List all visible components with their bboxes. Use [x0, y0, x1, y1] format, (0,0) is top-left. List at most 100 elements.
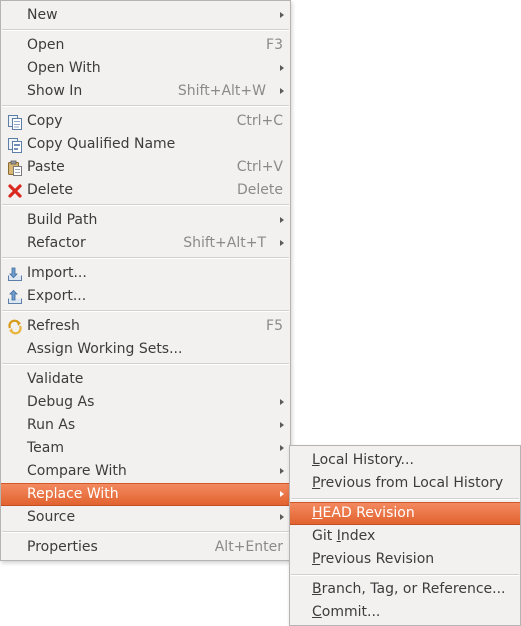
label-text: ndex — [340, 528, 376, 544]
submenu-item-git-index[interactable]: Git Index — [290, 525, 520, 548]
menu-item-refresh[interactable]: Refresh F5 — [1, 315, 290, 338]
menu-item-compare-with[interactable]: Compare With — [1, 460, 290, 483]
export-icon — [8, 289, 22, 304]
menu-item-label: Assign Working Sets... — [27, 341, 183, 357]
copy-icon — [8, 115, 22, 130]
menu-item-team[interactable]: Team — [1, 437, 290, 460]
menu-item-paste[interactable]: Paste Ctrl+V — [1, 156, 290, 179]
menu-item-export[interactable]: Export... — [1, 285, 290, 308]
menu-item-label: Show In — [27, 83, 83, 99]
menu-item-label: Copy Qualified Name — [27, 136, 176, 152]
shortcut-label: Ctrl+C — [236, 113, 283, 129]
label-text: ranch, Tag, or Reference... — [321, 581, 506, 597]
label-text: ommit... — [321, 604, 381, 620]
shortcut-label: Alt+Enter — [214, 539, 283, 555]
menu-item-properties[interactable]: Properties Alt+Enter — [1, 536, 290, 559]
mnemonic: L — [312, 452, 320, 468]
submenu-arrow-icon — [280, 88, 284, 94]
menu-item-label: Replace With — [27, 486, 119, 502]
label-text: revious from Local History — [320, 475, 504, 491]
label-text: Git — [312, 528, 337, 544]
menu-item-label: Source — [27, 509, 76, 525]
menu-item-assign-working-sets[interactable]: Assign Working Sets... — [1, 338, 290, 361]
delete-icon — [8, 184, 22, 198]
label-text: EAD Revision — [322, 505, 415, 521]
menu-item-build-path[interactable]: Build Path — [1, 209, 290, 232]
submenu-arrow-icon — [280, 422, 284, 428]
menu-item-delete[interactable]: Delete Delete — [1, 179, 290, 202]
menu-item-open-with[interactable]: Open With — [1, 57, 290, 80]
menu-item-label: New — [27, 7, 58, 23]
mnemonic: B — [312, 581, 322, 597]
menu-item-label: Delete — [27, 182, 73, 198]
menu-separator — [2, 363, 289, 365]
mnemonic: P — [312, 551, 321, 567]
menu-separator — [2, 105, 289, 107]
shortcut-label: F5 — [266, 318, 283, 334]
shortcut-label: Delete — [237, 182, 283, 198]
menu-item-label: Compare With — [27, 463, 127, 479]
menu-item-refactor[interactable]: Refactor Shift+Alt+T — [1, 232, 290, 255]
menu-item-replace-with[interactable]: Replace With — [1, 483, 290, 506]
submenu-item-previous-revision[interactable]: Previous Revision — [290, 548, 520, 571]
submenu-arrow-icon — [280, 399, 284, 405]
menu-item-label: Local History... — [312, 449, 414, 472]
menu-item-run-as[interactable]: Run As — [1, 414, 290, 437]
mnemonic: P — [312, 475, 321, 491]
menu-item-label: Import... — [27, 265, 87, 281]
menu-item-source[interactable]: Source — [1, 506, 290, 529]
submenu-arrow-icon — [280, 514, 284, 520]
menu-item-new[interactable]: New — [1, 4, 290, 27]
menu-item-label: Git Index — [312, 525, 375, 548]
menu-item-label: Build Path — [27, 212, 98, 228]
submenu-arrow-icon — [280, 445, 284, 451]
menu-separator — [291, 574, 519, 576]
menu-item-open[interactable]: Open F3 — [1, 34, 290, 57]
refresh-icon — [8, 319, 22, 335]
submenu-arrow-icon — [280, 491, 284, 497]
shortcut-label: Shift+Alt+W — [177, 83, 266, 99]
submenu-arrow-icon — [280, 65, 284, 71]
shortcut-label: Ctrl+V — [236, 159, 283, 175]
import-icon — [8, 267, 22, 281]
menu-item-import[interactable]: Import... — [1, 262, 290, 285]
replace-with-submenu: Local History... Previous from Local His… — [289, 445, 521, 626]
shortcut-label: F3 — [266, 37, 283, 53]
menu-item-label: Properties — [27, 539, 98, 555]
label-text: ocal History... — [319, 452, 414, 468]
mnemonic: H — [312, 505, 323, 521]
menu-item-label: Branch, Tag, or Reference... — [312, 578, 506, 601]
submenu-item-branch-tag-reference[interactable]: Branch, Tag, or Reference... — [290, 578, 520, 601]
context-menu: New Open F3 Open With Show In Shift+Alt+… — [0, 0, 291, 561]
menu-item-label: Previous Revision — [312, 548, 434, 571]
menu-item-label: Paste — [27, 159, 65, 175]
paste-icon — [8, 160, 22, 176]
menu-item-debug-as[interactable]: Debug As — [1, 391, 290, 414]
menu-separator — [291, 498, 519, 500]
menu-item-copy-qualified-name[interactable]: Copy Qualified Name — [1, 133, 290, 156]
menu-separator — [2, 29, 289, 31]
menu-item-label: Validate — [27, 371, 84, 387]
menu-item-label: Refactor — [27, 235, 86, 251]
submenu-arrow-icon — [280, 240, 284, 246]
menu-item-label: Open — [27, 37, 65, 53]
menu-item-label: Previous from Local History — [312, 472, 503, 495]
menu-item-show-in[interactable]: Show In Shift+Alt+W — [1, 80, 290, 103]
menu-separator — [2, 531, 289, 533]
submenu-item-local-history[interactable]: Local History... — [290, 449, 520, 472]
submenu-arrow-icon — [280, 468, 284, 474]
menu-item-label: Team — [27, 440, 65, 456]
menu-item-label: Refresh — [27, 318, 80, 334]
copy-qualified-name-icon — [8, 138, 22, 153]
menu-item-label: Commit... — [312, 601, 380, 624]
submenu-item-previous-from-local-history[interactable]: Previous from Local History — [290, 472, 520, 495]
menu-item-copy[interactable]: Copy Ctrl+C — [1, 110, 290, 133]
menu-separator — [2, 257, 289, 259]
menu-item-label: Debug As — [27, 394, 95, 410]
shortcut-label: Shift+Alt+T — [183, 235, 266, 251]
submenu-item-head-revision[interactable]: HEAD Revision — [290, 502, 520, 525]
menu-item-validate[interactable]: Validate — [1, 368, 290, 391]
submenu-item-commit[interactable]: Commit... — [290, 601, 520, 624]
menu-item-label: Export... — [27, 288, 87, 304]
mnemonic: C — [312, 604, 322, 620]
